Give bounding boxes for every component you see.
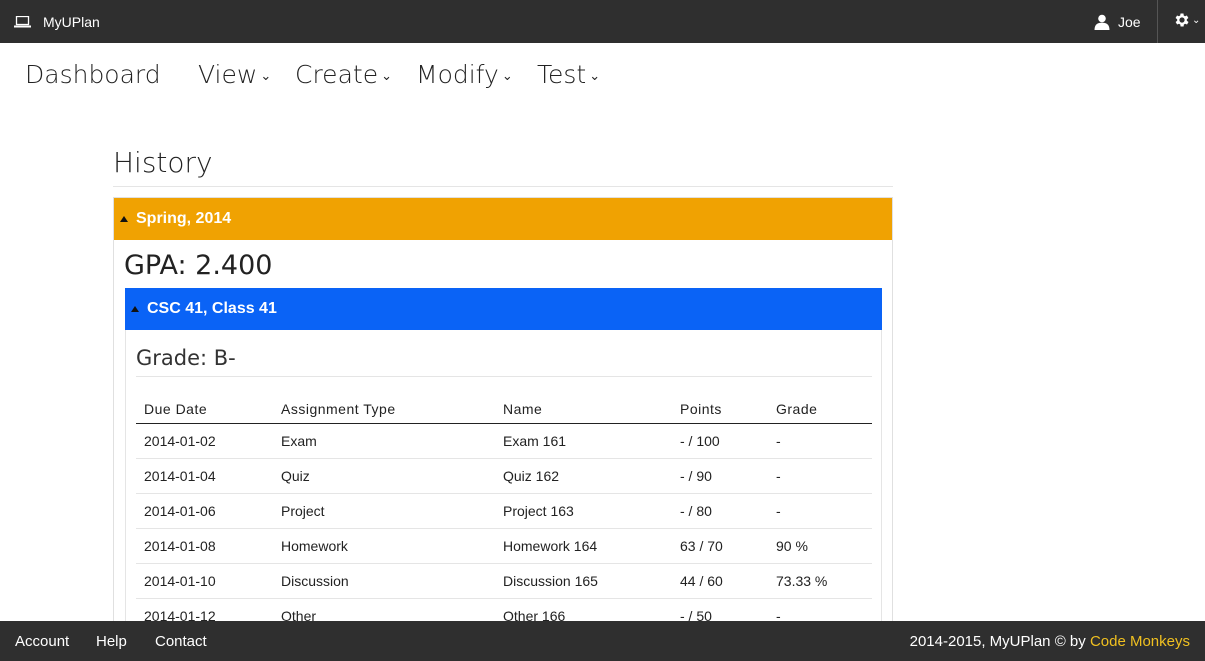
class-panel: CSC 41, Class 41 Grade: B- Due Date Assi… — [125, 288, 882, 621]
column-header: Assignment Type — [273, 395, 495, 424]
points-cell: 63 / 70 — [672, 528, 768, 564]
main-nav: Dashboard View ⌄ Create ⌄ Modify ⌄ Test ⌄ — [0, 43, 1205, 110]
semester-panel: Spring, 2014 GPA: 2.400 CSC 41, Class 41… — [113, 197, 893, 621]
due-date-cell: 2014-01-06 — [136, 493, 273, 529]
nav-create-label: Create — [295, 60, 379, 89]
chevron-down-icon: ⌄ — [501, 68, 513, 84]
navbar-divider — [1157, 0, 1158, 43]
title-divider — [113, 186, 893, 187]
type-cell: Quiz — [273, 458, 495, 494]
due-date-cell: 2014-01-12 — [136, 598, 273, 621]
table-row: 2014-01-08 Homework Homework 164 63 / 70… — [136, 528, 872, 564]
chevron-down-icon: ⌄ — [1192, 14, 1201, 26]
assignments-table: Due Date Assignment Type Name Points Gra… — [136, 395, 872, 621]
nav-test[interactable]: Test ⌄ — [537, 60, 600, 89]
grade-cell: - — [768, 493, 872, 529]
nav-dashboard[interactable]: Dashboard — [25, 60, 161, 89]
semester-label: Spring, 2014 — [136, 210, 232, 227]
points-cell: - / 90 — [672, 458, 768, 494]
grade-cell: - — [768, 598, 872, 621]
column-header: Due Date — [136, 395, 273, 424]
class-label: CSC 41, Class 41 — [147, 300, 277, 317]
footer-link-contact[interactable]: Contact — [155, 633, 207, 650]
chevron-down-icon: ⌄ — [260, 68, 272, 84]
grade-cell: 73.33 % — [768, 563, 872, 599]
table-header-row: Due Date Assignment Type Name Points Gra… — [136, 395, 872, 424]
due-date-cell: 2014-01-10 — [136, 563, 273, 599]
copyright: 2014-2015, MyUPlan © by Code Monkeys — [910, 633, 1190, 650]
class-header[interactable]: CSC 41, Class 41 — [125, 288, 882, 330]
name-cell: Homework 164 — [495, 528, 672, 564]
name-cell: Discussion 165 — [495, 563, 672, 599]
top-navbar: MyUPlan Joe ⌄ — [0, 0, 1205, 43]
class-grade: Grade: B- — [136, 346, 236, 370]
user-icon — [1094, 14, 1110, 30]
laptop-icon — [14, 15, 31, 27]
due-date-cell: 2014-01-02 — [136, 423, 273, 459]
points-cell: 44 / 60 — [672, 563, 768, 599]
points-cell: - / 100 — [672, 423, 768, 459]
copyright-text: 2014-2015, MyUPlan © by — [909, 633, 1090, 650]
footer-link-account[interactable]: Account — [15, 633, 69, 650]
name-cell: Other 166 — [495, 598, 672, 621]
gpa-value: GPA: 2.400 — [124, 250, 273, 281]
user-menu[interactable]: Joe — [1094, 0, 1141, 43]
grade-divider — [136, 376, 872, 377]
type-cell: Project — [273, 493, 495, 529]
brand-name: MyUPlan — [43, 13, 100, 30]
nav-view[interactable]: View ⌄ — [198, 60, 271, 89]
credit-link[interactable]: Code Monkeys — [1090, 633, 1190, 650]
due-date-cell: 2014-01-04 — [136, 458, 273, 494]
semester-header[interactable]: Spring, 2014 — [114, 198, 892, 240]
name-cell: Quiz 162 — [495, 458, 672, 494]
name-cell: Exam 161 — [495, 423, 672, 459]
table-row: 2014-01-06 Project Project 163 - / 80 - — [136, 493, 872, 529]
footer-link-help[interactable]: Help — [96, 633, 127, 650]
column-header: Points — [672, 395, 768, 424]
due-date-cell: 2014-01-08 — [136, 528, 273, 564]
user-name: Joe — [1118, 13, 1141, 30]
type-cell: Exam — [273, 423, 495, 459]
chevron-down-icon: ⌄ — [589, 68, 601, 84]
page-title: History — [113, 146, 213, 179]
points-cell: - / 50 — [672, 598, 768, 621]
nav-test-label: Test — [537, 60, 587, 89]
nav-modify[interactable]: Modify ⌄ — [416, 60, 513, 89]
grade-cell: 90 % — [768, 528, 872, 564]
chevron-down-icon: ⌄ — [381, 68, 392, 84]
table-row: 2014-01-02 Exam Exam 161 - / 100 - — [136, 423, 872, 459]
nav-modify-label: Modify — [416, 60, 499, 89]
name-cell: Project 163 — [495, 493, 672, 529]
collapse-triangle-icon — [131, 306, 139, 312]
type-cell: Discussion — [273, 563, 495, 599]
nav-view-label: View — [198, 60, 258, 89]
brand-link[interactable]: MyUPlan — [14, 0, 100, 43]
points-cell: - / 80 — [672, 493, 768, 529]
gear-icon — [1175, 13, 1189, 27]
table-row: 2014-01-04 Quiz Quiz 162 - / 90 - — [136, 458, 872, 494]
settings-menu[interactable]: ⌄ — [1173, 11, 1200, 29]
grade-cell: - — [768, 458, 872, 494]
type-cell: Homework — [273, 528, 495, 564]
table-row: 2014-01-12 Other Other 166 - / 50 - — [136, 598, 872, 621]
table-row: 2014-01-10 Discussion Discussion 165 44 … — [136, 563, 872, 599]
nav-create[interactable]: Create ⌄ — [295, 60, 392, 89]
footer: Account Help Contact 2014-2015, MyUPlan … — [0, 621, 1205, 661]
nav-dashboard-label: Dashboard — [25, 60, 161, 89]
grade-cell: - — [768, 423, 872, 459]
column-header: Name — [495, 395, 672, 424]
collapse-triangle-icon — [120, 216, 128, 222]
column-header: Grade — [768, 395, 872, 424]
type-cell: Other — [273, 598, 495, 621]
